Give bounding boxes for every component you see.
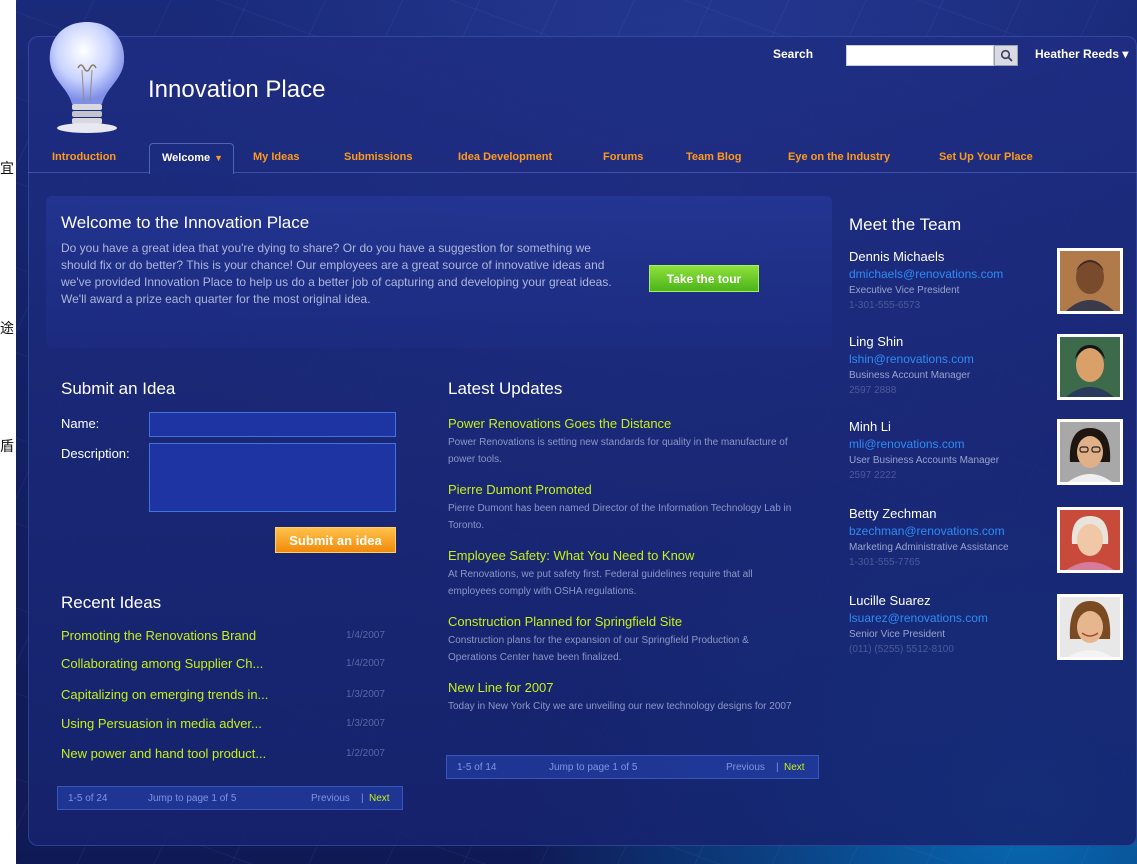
update-body: Today in New York City we are unveiling …	[448, 701, 792, 712]
tab-team-blog[interactable]: Team Blog	[686, 151, 741, 163]
update-body: Pierre Dumont has been named Director of…	[448, 503, 792, 531]
list-item[interactable]: Collaborating among Supplier Ch... 1/4/2…	[61, 656, 406, 678]
update-item: Pierre Dumont Promoted Pierre Dumont has…	[448, 482, 798, 534]
pager-range: 1-5 of 14	[457, 762, 497, 773]
recent-ideas-pager: 1-5 of 24 Jump to page 1 of 5 Previous |…	[57, 786, 403, 810]
idea-title[interactable]: New power and hand tool product...	[61, 746, 266, 761]
update-heading[interactable]: New Line for 2007	[448, 680, 798, 695]
tab-label: Submissions	[344, 151, 413, 163]
avatar-portrait	[1060, 510, 1120, 570]
submit-idea-button[interactable]: Submit an idea	[275, 527, 396, 553]
pager-next-link[interactable]: Next	[784, 762, 805, 773]
tab-label: Introduction	[52, 151, 117, 163]
tab-label: Team Blog	[686, 151, 742, 163]
avatar-portrait	[1060, 422, 1120, 482]
pager-range: 1-5 of 24	[68, 793, 108, 804]
list-item[interactable]: Using Persuasion in media adver... 1/3/2…	[61, 716, 406, 738]
update-body: Power Renovations is setting new standar…	[448, 437, 788, 465]
idea-date: 1/3/2007	[346, 718, 385, 729]
update-heading[interactable]: Construction Planned for Springfield Sit…	[448, 614, 798, 629]
update-heading[interactable]: Pierre Dumont Promoted	[448, 482, 798, 497]
lightbulb-logo-icon	[49, 22, 125, 133]
tab-label: Set Up Your Place	[939, 151, 1033, 163]
avatar-portrait	[1060, 337, 1120, 397]
idea-date: 1/4/2007	[346, 630, 385, 641]
name-label: Name:	[61, 416, 100, 431]
search-button[interactable]	[994, 45, 1018, 66]
pager-previous-link[interactable]: Previous	[726, 762, 765, 773]
welcome-text: Do you have a great idea that you're dyi…	[61, 241, 612, 306]
submit-idea-title: Submit an Idea	[61, 379, 176, 398]
side-glyph: 途	[0, 321, 14, 337]
list-item[interactable]: New power and hand tool product... 1/2/2…	[61, 746, 406, 768]
search-icon	[1000, 49, 1013, 62]
latest-updates-pager: 1-5 of 14 Jump to page 1 of 5 Previous |…	[446, 755, 819, 779]
update-item: Power Renovations Goes the Distance Powe…	[448, 416, 798, 468]
idea-title[interactable]: Collaborating among Supplier Ch...	[61, 656, 263, 671]
main-nav: Introduction Welcome ▼ My Ideas Submissio…	[28, 143, 1137, 174]
tab-label: Idea Development	[458, 151, 553, 163]
avatar	[1057, 419, 1123, 485]
tab-set-up-your-place[interactable]: Set Up Your Place	[939, 151, 1033, 163]
description-label: Description:	[61, 446, 130, 461]
pager-separator: |	[776, 762, 779, 773]
tab-label: Welcome	[162, 152, 211, 164]
list-item[interactable]: Promoting the Renovations Brand 1/4/2007	[61, 628, 406, 650]
app-window: Innovation Place Search Heather Reeds ▾ …	[16, 0, 1137, 864]
tab-welcome[interactable]: Welcome ▼	[149, 143, 235, 174]
tab-submissions[interactable]: Submissions	[344, 151, 412, 163]
update-item: New Line for 2007 Today in New York City…	[448, 680, 798, 715]
meet-the-team-title: Meet the Team	[849, 215, 962, 234]
name-field[interactable]	[149, 412, 396, 437]
update-body: At Renovations, we put safety first. Fed…	[448, 569, 753, 597]
avatar	[1057, 507, 1123, 573]
app-title: Innovation Place	[148, 76, 326, 103]
update-heading[interactable]: Power Renovations Goes the Distance	[448, 416, 798, 431]
tab-eye-on-the-industry[interactable]: Eye on the Industry	[788, 151, 890, 163]
avatar	[1057, 334, 1123, 400]
idea-title[interactable]: Using Persuasion in media adver...	[61, 716, 262, 731]
avatar	[1057, 594, 1123, 660]
update-body: Construction plans for the expansion of …	[448, 635, 749, 663]
idea-date: 1/3/2007	[346, 689, 385, 700]
search-input[interactable]	[846, 45, 994, 66]
description-field[interactable]	[149, 443, 396, 512]
search-label: Search	[773, 47, 814, 61]
tab-label: Eye on the Industry	[788, 151, 891, 163]
tab-label: Forums	[603, 151, 644, 163]
welcome-title: Welcome to the Innovation Place	[61, 213, 310, 232]
tab-label: My Ideas	[253, 151, 300, 163]
avatar	[1057, 248, 1123, 314]
user-menu[interactable]: Heather Reeds ▾	[1035, 47, 1128, 61]
take-the-tour-button[interactable]: Take the tour	[649, 265, 759, 292]
idea-title[interactable]: Capitalizing on emerging trends in...	[61, 687, 268, 702]
idea-date: 1/2/2007	[346, 748, 385, 759]
side-glyph: 盾	[0, 439, 14, 455]
tab-my-ideas[interactable]: My Ideas	[253, 151, 299, 163]
list-item[interactable]: Capitalizing on emerging trends in... 1/…	[61, 687, 406, 709]
avatar-portrait	[1060, 251, 1120, 311]
idea-title[interactable]: Promoting the Renovations Brand	[61, 628, 256, 643]
update-heading[interactable]: Employee Safety: What You Need to Know	[448, 548, 798, 563]
chevron-down-icon: ▼	[214, 153, 224, 163]
avatar-portrait	[1060, 597, 1120, 657]
recent-ideas-title: Recent Ideas	[61, 593, 162, 612]
pager-previous-link[interactable]: Previous	[311, 793, 350, 804]
side-glyph: 宜	[0, 161, 14, 177]
pager-next-link[interactable]: Next	[369, 793, 390, 804]
pager-jump[interactable]: Jump to page 1 of 5	[148, 793, 236, 804]
pager-jump[interactable]: Jump to page 1 of 5	[549, 762, 637, 773]
latest-updates-title: Latest Updates	[448, 379, 563, 398]
tab-introduction[interactable]: Introduction	[52, 151, 116, 163]
update-item: Construction Planned for Springfield Sit…	[448, 614, 798, 666]
left-margin-strip: 宜 途 盾	[0, 0, 16, 864]
update-item: Employee Safety: What You Need to Know A…	[448, 548, 798, 600]
idea-date: 1/4/2007	[346, 658, 385, 669]
tab-idea-development[interactable]: Idea Development	[458, 151, 552, 163]
tab-forums[interactable]: Forums	[603, 151, 643, 163]
pager-separator: |	[361, 793, 364, 804]
